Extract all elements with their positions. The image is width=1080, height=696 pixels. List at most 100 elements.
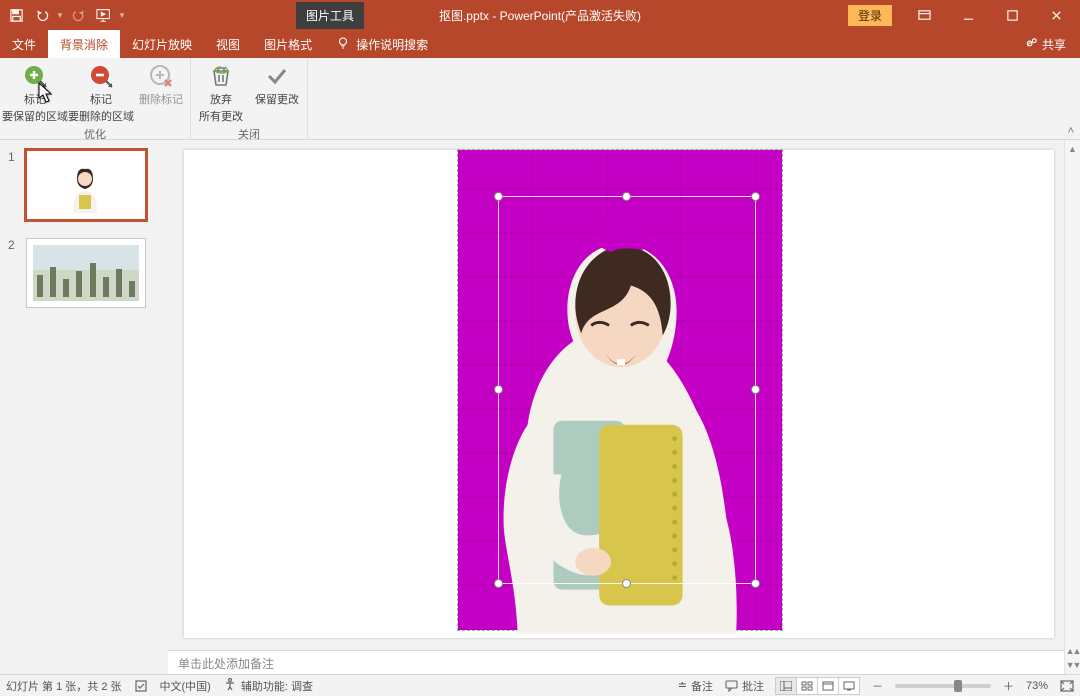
delete-mark-icon [147, 62, 175, 90]
thumb2-preview [33, 245, 139, 301]
tab-view[interactable]: 视图 [204, 30, 252, 58]
slide-sorter-view-icon[interactable] [796, 677, 818, 695]
reading-view-icon[interactable] [817, 677, 839, 695]
lightbulb-icon [336, 36, 350, 53]
zoom-slider[interactable] [895, 684, 991, 688]
login-button[interactable]: 登录 [848, 5, 892, 26]
window-controls: 登录 [848, 1, 1080, 29]
undo-icon[interactable] [30, 3, 54, 27]
save-icon[interactable] [4, 3, 28, 27]
resize-handle-mr[interactable] [751, 385, 760, 394]
zoom-percentage[interactable]: 73% [1026, 680, 1048, 692]
resize-handle-bm[interactable] [622, 579, 631, 588]
normal-view-icon[interactable] [775, 677, 797, 695]
next-slide-icon[interactable]: ▼▼ [1066, 660, 1080, 670]
workspace: 1 2 [0, 140, 1080, 674]
notes-toggle[interactable]: ≐ 备注 [678, 678, 713, 694]
resize-handle-tm[interactable] [622, 192, 631, 201]
mark-remove-l1: 标记 [90, 91, 112, 107]
maximize-icon[interactable] [990, 1, 1034, 29]
share-label: 共享 [1042, 36, 1066, 53]
tab-file[interactable]: 文件 [0, 30, 48, 58]
thumbnail[interactable] [26, 238, 146, 308]
mark-remove-icon [87, 62, 115, 90]
slide-editor: 单击此处添加备注 [168, 140, 1064, 674]
resize-handle-bl[interactable] [494, 579, 503, 588]
mark-keep-l1: 标记 [24, 91, 46, 107]
ribbon-group-refine: 标记 要保留的区域 标记 要删除的区域 删除标记 优化 [0, 58, 191, 139]
start-from-beginning-icon[interactable] [92, 3, 116, 27]
resize-handle-ml[interactable] [494, 385, 503, 394]
keep-changes-icon [263, 62, 291, 90]
title-bar: ▾ ▾ 图片工具 抠图.pptx - PowerPoint(产品激活失败) 登录 [0, 0, 1080, 30]
share-icon [1025, 36, 1038, 52]
mark-keep-l2: 要保留的区域 [2, 108, 68, 124]
tell-me-search[interactable]: 操作说明搜索 [324, 30, 440, 58]
mark-keep-icon [21, 62, 49, 90]
quick-access-toolbar: ▾ ▾ [0, 3, 126, 27]
ribbon-display-icon[interactable] [902, 1, 946, 29]
slide[interactable] [184, 150, 1054, 638]
keep-changes-label: 保留更改 [255, 91, 299, 107]
zoom-out-icon[interactable]: － [872, 678, 883, 694]
thumb-number: 2 [8, 238, 18, 308]
keep-changes-button[interactable]: 保留更改 [249, 60, 305, 124]
delete-mark-button[interactable]: 删除标记 [134, 60, 188, 124]
slide-thumbnail-2[interactable]: 2 [8, 238, 159, 308]
tell-me-label: 操作说明搜索 [356, 36, 428, 53]
qat-dropdown-icon[interactable]: ▾ [56, 3, 64, 27]
thumb-number: 1 [8, 150, 18, 220]
zoom-in-icon[interactable]: ＋ [1003, 678, 1014, 694]
fit-to-window-icon[interactable] [1060, 680, 1074, 692]
thumb1-preview [63, 165, 107, 213]
notes-label: 备注 [691, 678, 713, 694]
tab-slideshow[interactable]: 幻灯片放映 [120, 30, 204, 58]
spellcheck-icon[interactable] [134, 679, 148, 693]
slide-position[interactable]: 幻灯片 第 1 张，共 2 张 [6, 678, 122, 694]
tab-picture-format[interactable]: 图片格式 [252, 30, 324, 58]
accessibility-status[interactable]: 辅助功能: 调查 [223, 677, 313, 694]
resize-handle-tr[interactable] [751, 192, 760, 201]
close-icon[interactable] [1034, 1, 1078, 29]
mark-areas-to-remove-button[interactable]: 标记 要删除的区域 [68, 60, 134, 124]
share-button[interactable]: 共享 [1011, 30, 1080, 58]
resize-handle-br[interactable] [751, 579, 760, 588]
scroll-up-icon[interactable]: ▲ [1068, 144, 1077, 154]
discard-l1: 放弃 [210, 91, 232, 107]
discard-l2: 所有更改 [199, 108, 243, 124]
slide-canvas-area[interactable] [168, 140, 1064, 650]
view-buttons [776, 677, 860, 695]
picture-object[interactable] [458, 150, 782, 630]
window-title: 抠图.pptx - PowerPoint(产品激活失败) [439, 7, 641, 24]
status-bar: 幻灯片 第 1 张，共 2 张 中文(中国) 辅助功能: 调查 ≐ 备注 批注 … [0, 674, 1080, 696]
minimize-icon[interactable] [946, 1, 990, 29]
prev-slide-icon[interactable]: ▲▲ [1066, 646, 1080, 656]
qat-customize-icon[interactable]: ▾ [118, 3, 126, 27]
slide-thumbnail-panel[interactable]: 1 2 [0, 140, 168, 674]
delete-mark-label: 删除标记 [139, 91, 183, 107]
resize-handle-tl[interactable] [494, 192, 503, 201]
mark-remove-l2: 要删除的区域 [68, 108, 134, 124]
comments-label: 批注 [742, 678, 764, 694]
redo-icon[interactable] [66, 3, 90, 27]
notes-placeholder: 单击此处添加备注 [178, 657, 274, 671]
thumbnail[interactable] [26, 150, 146, 220]
ribbon-group-close: 放弃 所有更改 保留更改 关闭 [191, 58, 308, 139]
tab-background-removal[interactable]: 背景消除 [48, 30, 120, 58]
mark-areas-to-keep-button[interactable]: 标记 要保留的区域 [2, 60, 68, 124]
slideshow-view-icon[interactable] [838, 677, 860, 695]
accessibility-icon [223, 677, 237, 694]
language-status[interactable]: 中文(中国) [160, 678, 211, 694]
discard-all-changes-button[interactable]: 放弃 所有更改 [193, 60, 249, 124]
discard-icon [207, 62, 235, 90]
vertical-scrollbar[interactable]: ▲ ▲▲ ▼▼ [1064, 140, 1080, 674]
contextual-tab-label: 图片工具 [296, 2, 364, 29]
slide-thumbnail-1[interactable]: 1 [8, 150, 159, 220]
zoom-slider-thumb[interactable] [954, 680, 962, 692]
ribbon-tabs: 文件 背景消除 幻灯片放映 视图 图片格式 操作说明搜索 共享 [0, 30, 1080, 58]
ribbon: 标记 要保留的区域 标记 要删除的区域 删除标记 优化 放弃 所有更改 [0, 58, 1080, 140]
notes-pane[interactable]: 单击此处添加备注 [168, 650, 1064, 674]
selection-frame[interactable] [498, 196, 756, 584]
comments-toggle[interactable]: 批注 [725, 678, 764, 694]
collapse-ribbon-icon[interactable]: ˄ [1068, 125, 1074, 137]
